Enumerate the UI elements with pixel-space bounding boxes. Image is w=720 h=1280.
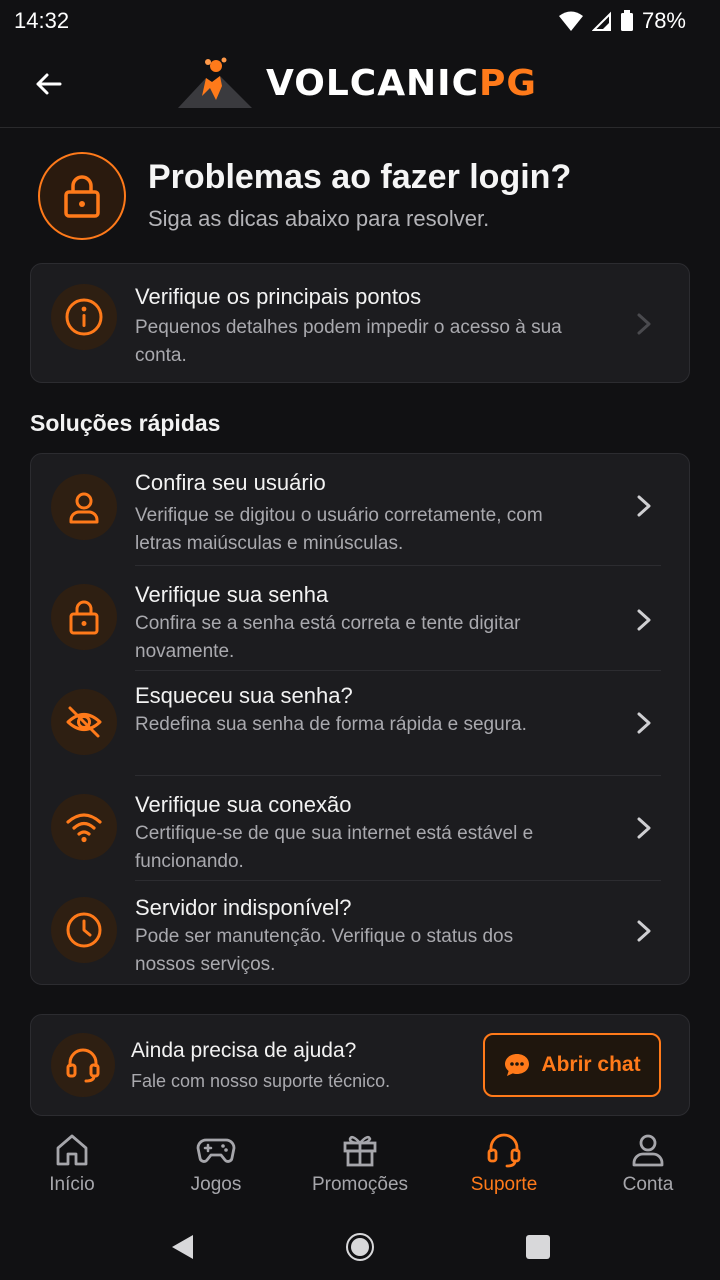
item-description: Certifique-se de que sua internet está e… <box>135 823 534 872</box>
chevron-right-icon <box>633 312 655 336</box>
headset-icon <box>66 1048 100 1083</box>
help-subtitle: Fale com nosso suporte técnico. <box>131 1071 391 1091</box>
page-title: Problemas ao fazer login? <box>148 158 572 196</box>
eye-off-badge <box>51 689 117 755</box>
nav-item-conta[interactable]: Conta <box>576 1124 720 1214</box>
nav-item-inicio[interactable]: Início <box>0 1124 144 1214</box>
user-badge <box>51 474 117 540</box>
user-icon <box>632 1134 664 1167</box>
bottom-nav: Início Jogos Promoções Suporte Conta <box>0 1124 720 1214</box>
system-navigation-bar <box>0 1214 720 1280</box>
item-description: Pode ser manutenção. Verifique o status … <box>135 926 514 975</box>
eye-off-icon <box>66 706 102 738</box>
system-back-icon[interactable] <box>169 1233 195 1261</box>
user-icon <box>69 492 99 524</box>
quick-solutions-card: Confira seu usuário Verifique se digitou… <box>30 453 690 985</box>
wifi-signal-icon <box>558 11 583 31</box>
main-points-title: Verifique os principais pontos <box>135 284 422 309</box>
info-badge <box>51 284 117 350</box>
brand-name: VOLCANICPG <box>266 63 537 104</box>
gift-icon <box>343 1135 377 1167</box>
section-title: Soluções rápidas <box>30 410 221 436</box>
back-button[interactable] <box>28 64 68 104</box>
battery-icon <box>620 10 633 31</box>
hero-section: Problemas ao fazer login? Siga as dicas … <box>38 152 698 240</box>
page-subtitle: Siga as dicas abaixo para resolver. <box>148 206 490 231</box>
cell-signal-icon <box>591 11 611 31</box>
status-bar: 14:32 78% <box>0 0 720 42</box>
chevron-right-icon <box>633 816 655 840</box>
nav-label: Jogos <box>190 1174 242 1195</box>
item-title: Esqueceu sua senha? <box>135 683 353 708</box>
item-title: Verifique sua conexão <box>135 792 352 817</box>
help-card: Ainda precisa de ajuda? Fale com nosso s… <box>30 1014 690 1116</box>
clock-badge <box>51 897 117 963</box>
open-chat-label: Abrir chat <box>541 1053 641 1076</box>
item-title: Confira seu usuário <box>135 470 326 495</box>
lock-icon <box>69 600 99 635</box>
main-points-description: Pequenos detalhes podem impedir o acesso… <box>135 317 562 366</box>
item-description: Redefina sua senha de forma rápida e seg… <box>135 714 527 735</box>
arrow-left-icon <box>36 73 62 95</box>
clock-icon <box>66 912 102 948</box>
nav-label: Suporte <box>470 1174 538 1195</box>
brand-name-accent: PG <box>479 62 537 104</box>
item-title: Verifique sua senha <box>135 582 329 607</box>
nav-item-jogos[interactable]: Jogos <box>144 1124 288 1214</box>
list-item-check-connection[interactable]: Verifique sua conexão Certifique-se de q… <box>31 776 689 881</box>
nav-item-suporte[interactable]: Suporte <box>432 1124 576 1214</box>
status-icons: 78% <box>558 8 686 34</box>
system-home-icon[interactable] <box>345 1232 375 1262</box>
status-time: 14:32 <box>14 8 70 33</box>
chevron-right-icon <box>633 494 655 518</box>
help-title: Ainda precisa de ajuda? <box>131 1039 357 1062</box>
list-item-server-unavailable[interactable]: Servidor indisponível? Pode ser manutenç… <box>31 881 689 984</box>
info-icon <box>65 298 103 336</box>
main-points-card[interactable]: Verifique os principais pontos Pequenos … <box>30 263 690 383</box>
list-item-check-password[interactable]: Verifique sua senha Confira se a senha e… <box>31 566 689 671</box>
item-description: Confira se a senha está correta e tente … <box>135 613 521 662</box>
nav-label: Início <box>49 1174 95 1195</box>
battery-level: 78% <box>641 8 686 33</box>
wifi-badge <box>51 794 117 860</box>
item-title: Servidor indisponível? <box>135 895 352 920</box>
chevron-right-icon <box>633 608 655 632</box>
app-bar: VOLCANICPG <box>0 42 720 128</box>
wifi-icon <box>66 813 102 843</box>
headset-badge <box>51 1033 115 1097</box>
lock-icon <box>64 175 100 218</box>
hero-lock-badge <box>38 152 126 240</box>
list-item-forgot-password[interactable]: Esqueceu sua senha? Redefina sua senha d… <box>31 671 689 776</box>
brand-name-main: VOLCANIC <box>266 62 479 104</box>
chevron-right-icon <box>633 711 655 735</box>
brand-logo: VOLCANICPG <box>176 52 537 114</box>
list-item-check-user[interactable]: Confira seu usuário Verifique se digitou… <box>31 454 689 566</box>
open-chat-button[interactable]: Abrir chat <box>483 1033 661 1097</box>
system-recents-icon[interactable] <box>525 1234 551 1260</box>
gamepad-icon <box>196 1138 236 1163</box>
volcano-icon <box>178 57 252 108</box>
item-description: Verifique se digitou o usuário corretame… <box>135 505 543 554</box>
headset-icon <box>487 1133 521 1168</box>
home-icon <box>56 1134 88 1166</box>
nav-label: Promoções <box>311 1174 409 1195</box>
nav-item-promocoes[interactable]: Promoções <box>288 1124 432 1214</box>
nav-label: Conta <box>622 1174 674 1195</box>
chat-bubble-icon <box>505 1054 530 1076</box>
lock-badge <box>51 584 117 650</box>
chevron-right-icon <box>633 919 655 943</box>
